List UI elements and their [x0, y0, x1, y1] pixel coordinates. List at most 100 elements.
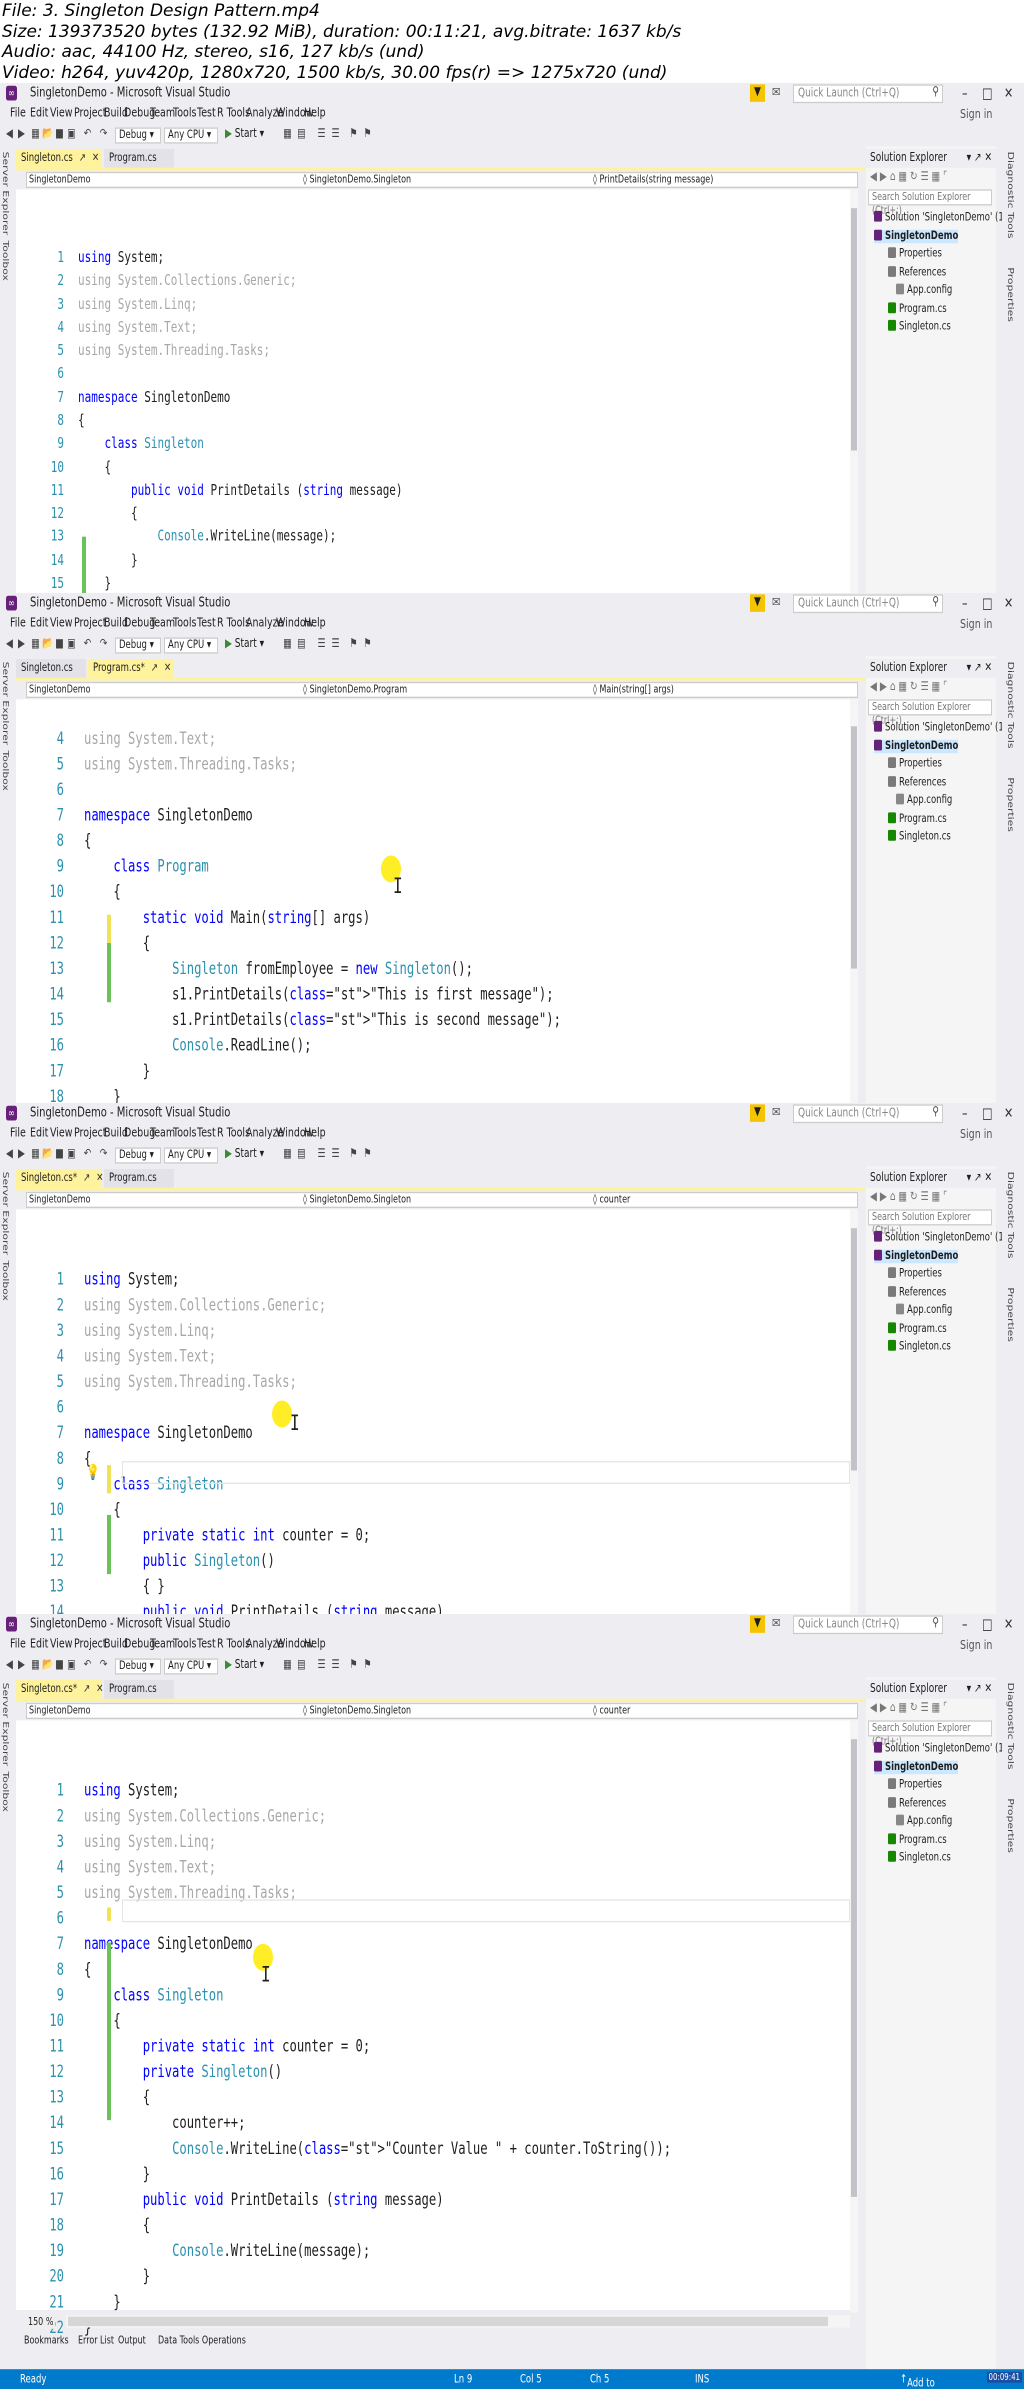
- tab-program[interactable]: Program.cs: [104, 1169, 174, 1189]
- tab-singleton[interactable]: Singleton.cs: [16, 659, 86, 678]
- code-line[interactable]: 14 }: [16, 548, 858, 571]
- code-line[interactable]: 11 private static int counter = 0;: [16, 2034, 858, 2060]
- bottom-tab-output[interactable]: Output: [118, 2334, 146, 2346]
- code-line[interactable]: 4 using System.Text;: [16, 1344, 858, 1370]
- se-search-input[interactable]: Search Solution Explorer (Ctrl+;): [868, 1719, 992, 1747]
- member-dropdown[interactable]: ◊ Main(string[] args): [593, 683, 674, 696]
- code-line[interactable]: 2 using System.Collections.Generic;: [16, 1803, 858, 1829]
- se-node-project[interactable]: SingletonDemo: [874, 229, 959, 243]
- feedback-icon[interactable]: ✉: [772, 86, 780, 101]
- save-icon[interactable]: ■: [54, 1148, 65, 1163]
- maximize-icon[interactable]: □: [982, 1105, 992, 1123]
- code-line[interactable]: 20 }: [16, 2264, 858, 2290]
- back-icon[interactable]: ◀: [4, 1658, 15, 1673]
- properties-tab[interactable]: Properties: [1006, 778, 1015, 832]
- se-node-project[interactable]: SingletonDemo: [874, 1249, 959, 1263]
- feedback-icon[interactable]: ✉: [772, 1106, 780, 1121]
- bookmark-icon[interactable]: ⚑: [348, 127, 359, 142]
- menu-view[interactable]: View: [50, 106, 73, 121]
- add-source-control[interactable]: ↑ Add to Source Control: [900, 2373, 935, 2389]
- close-icon[interactable]: ✕: [1004, 595, 1013, 613]
- menu-file[interactable]: File: [10, 1126, 26, 1141]
- se-node-singleton-cs[interactable]: Singleton.cs: [888, 830, 951, 844]
- code-line[interactable]: 2 using System.Collections.Generic;: [16, 269, 858, 292]
- tab-program[interactable]: Program.cs: [104, 148, 174, 168]
- code-line[interactable]: 10 {: [16, 455, 858, 478]
- se-node-singleton-cs[interactable]: Singleton.cs: [888, 1850, 951, 1864]
- bottom-tab-error-list[interactable]: Error List: [78, 2334, 114, 2346]
- code-line[interactable]: 6: [16, 778, 858, 804]
- toolbar-icon-2[interactable]: ▤: [296, 1658, 307, 1673]
- tab-close-icon[interactable]: ✕: [164, 662, 171, 675]
- code-line[interactable]: 7 namespace SingletonDemo: [16, 1421, 858, 1447]
- forward-icon[interactable]: ▶: [16, 127, 27, 142]
- open-icon[interactable]: 📂: [42, 1148, 53, 1163]
- toolbar-icon-1[interactable]: ▦: [282, 1148, 293, 1163]
- se-toolbar[interactable]: ◀▶⌂▦↻☰▦⌜: [870, 1191, 950, 1204]
- sign-in-link[interactable]: Sign in: [960, 107, 992, 122]
- code-line[interactable]: 5 using System.Threading.Tasks;: [16, 339, 858, 362]
- code-line[interactable]: 16 Console.ReadLine();: [16, 1033, 858, 1059]
- code-line[interactable]: 10 {: [16, 1498, 858, 1524]
- server-explorer-tab[interactable]: Server Explorer: [1, 1682, 10, 1766]
- redo-icon[interactable]: ↷: [98, 1658, 109, 1673]
- menu-team[interactable]: Team: [150, 1636, 175, 1651]
- filter-icon[interactable]: ▼: [750, 1104, 765, 1123]
- minimize-icon[interactable]: –: [962, 84, 968, 102]
- menu-file[interactable]: File: [10, 1636, 26, 1651]
- menu-edit[interactable]: Edit: [30, 616, 48, 631]
- code-line[interactable]: 4 using System.Text;: [16, 1855, 858, 1881]
- menu-help[interactable]: Help: [304, 1636, 326, 1651]
- member-dropdown[interactable]: ◊ PrintDetails(string message): [593, 173, 713, 186]
- save-all-icon[interactable]: ▣: [66, 1148, 77, 1163]
- menu-project[interactable]: Project: [74, 106, 107, 121]
- code-line[interactable]: 1 using System;: [16, 1778, 858, 1804]
- code-line[interactable]: 5 using System.Threading.Tasks;: [16, 752, 858, 778]
- tab-singleton[interactable]: Singleton.cs* ↗ ✕: [16, 1679, 103, 1699]
- se-node-program-cs[interactable]: Program.cs: [888, 1322, 947, 1336]
- code-line[interactable]: 7 namespace SingletonDemo: [16, 1931, 858, 1957]
- menu-team[interactable]: Team: [150, 106, 175, 121]
- save-all-icon[interactable]: ▣: [66, 638, 77, 653]
- code-line[interactable]: 6: [16, 362, 858, 385]
- code-line[interactable]: 2 using System.Collections.Generic;: [16, 1293, 858, 1319]
- save-icon[interactable]: ■: [54, 1658, 65, 1673]
- undo-icon[interactable]: ↶: [82, 638, 93, 653]
- code-line[interactable]: 7 namespace SingletonDemo: [16, 386, 858, 409]
- menu-help[interactable]: Help: [304, 1126, 326, 1141]
- code-editor[interactable]: 1 using System; 2 using System.Collections.…: [16, 1719, 858, 2336]
- code-line[interactable]: 9 class Singleton: [16, 1982, 858, 2008]
- code-line[interactable]: 13 Console.WriteLine(message);: [16, 525, 858, 548]
- quick-launch-input[interactable]: Quick Launch (Ctrl+Q) ⚲: [793, 594, 943, 614]
- bookmark-icon[interactable]: ⚑: [348, 1148, 359, 1163]
- menu-test[interactable]: Test: [197, 616, 216, 631]
- toolbar-icon-5[interactable]: ⚑: [362, 127, 373, 142]
- properties-tab[interactable]: Properties: [1006, 267, 1015, 321]
- open-icon[interactable]: 📂: [42, 1658, 53, 1673]
- menu-edit[interactable]: Edit: [30, 1636, 48, 1651]
- code-line[interactable]: 11 private static int counter = 0;: [16, 1523, 858, 1549]
- diagnostic-tools-tab[interactable]: Diagnostic Tools: [1006, 662, 1015, 749]
- se-search-input[interactable]: Search Solution Explorer (Ctrl+;): [868, 1209, 992, 1237]
- type-dropdown[interactable]: ◊ SingletonDemo.Singleton: [303, 1704, 411, 1717]
- toolbar-icon-3[interactable]: ☰: [316, 1658, 327, 1673]
- diagnostic-tools-tab[interactable]: Diagnostic Tools: [1006, 1172, 1015, 1259]
- feedback-icon[interactable]: ✉: [772, 596, 780, 611]
- code-line[interactable]: 1 using System;: [16, 1268, 858, 1294]
- code-line[interactable]: 21 }: [16, 2289, 858, 2315]
- tab-program[interactable]: Program.cs* ↗ ✕: [88, 659, 174, 678]
- feedback-icon[interactable]: ✉: [772, 1616, 780, 1631]
- bottom-tab-data-tools-operations[interactable]: Data Tools Operations: [158, 2334, 246, 2346]
- lightbulb-icon[interactable]: 💡: [86, 1464, 100, 1482]
- sign-in-link[interactable]: Sign in: [960, 1638, 992, 1653]
- undo-icon[interactable]: ↶: [82, 1148, 93, 1163]
- save-all-icon[interactable]: ▣: [66, 127, 77, 142]
- filter-icon[interactable]: ▼: [750, 84, 765, 102]
- se-toolbar[interactable]: ◀▶⌂▦↻☰▦⌜: [870, 681, 950, 694]
- new-project-icon[interactable]: ▦: [30, 1658, 41, 1673]
- save-icon[interactable]: ■: [54, 638, 65, 653]
- se-pin-icon[interactable]: ▾ ↗ ✕: [967, 662, 992, 675]
- code-line[interactable]: 13 { }: [16, 1575, 858, 1601]
- start-button[interactable]: ▶ Start ▾: [225, 127, 264, 140]
- se-node-project[interactable]: SingletonDemo: [874, 739, 959, 753]
